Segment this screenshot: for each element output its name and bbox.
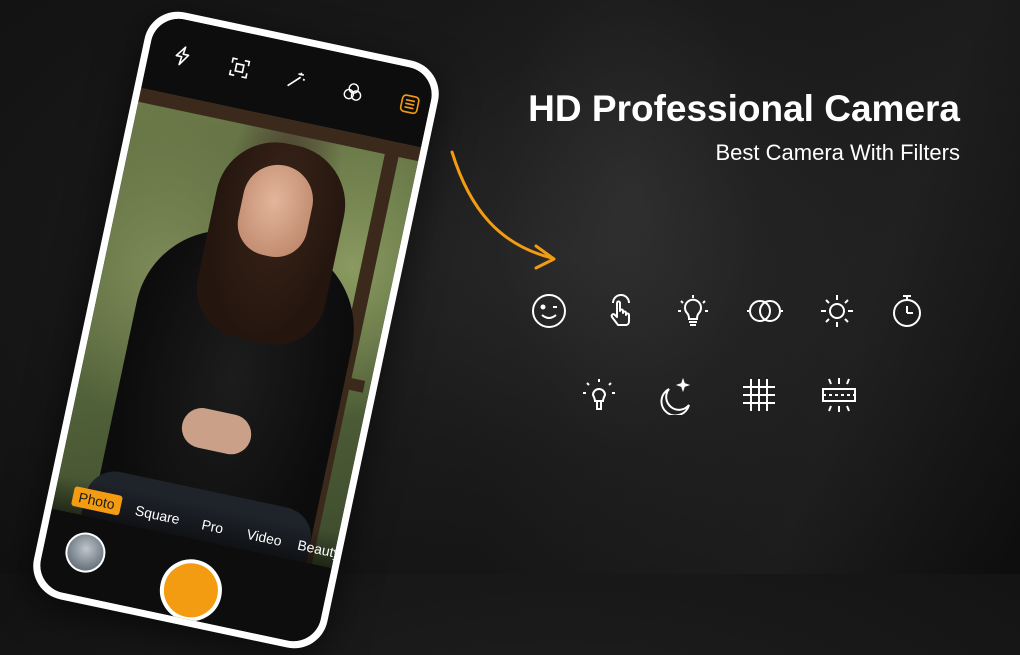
night-icon — [659, 375, 699, 417]
mode-beauty[interactable]: Beauty — [296, 537, 342, 562]
mode-pro[interactable]: Pro — [200, 516, 225, 536]
overlay-icon — [745, 291, 785, 331]
mode-square[interactable]: Square — [134, 502, 181, 527]
magic-wand-icon[interactable] — [280, 63, 313, 96]
filters-icon[interactable] — [336, 76, 369, 109]
headline-subtitle: Best Camera With Filters — [715, 140, 961, 165]
smile-icon — [529, 291, 569, 331]
gallery-thumbnail[interactable] — [61, 528, 110, 577]
mode-video[interactable]: Video — [245, 526, 283, 549]
menu-icon[interactable] — [393, 88, 426, 121]
flash-icon[interactable] — [166, 39, 199, 72]
level-icon — [819, 375, 859, 415]
mode-photo[interactable]: Photo — [70, 485, 123, 516]
touch-icon — [601, 291, 641, 331]
brightness-icon — [817, 291, 857, 331]
timer-icon — [887, 291, 927, 331]
grid-icon — [739, 375, 779, 415]
pointer-arrow-icon — [450, 150, 556, 270]
scan-icon[interactable] — [223, 51, 256, 84]
shutter-button[interactable] — [154, 553, 228, 628]
bulb-icon — [673, 291, 713, 331]
light-icon — [579, 375, 619, 415]
headline-title: HD Professional Camera — [528, 88, 960, 129]
